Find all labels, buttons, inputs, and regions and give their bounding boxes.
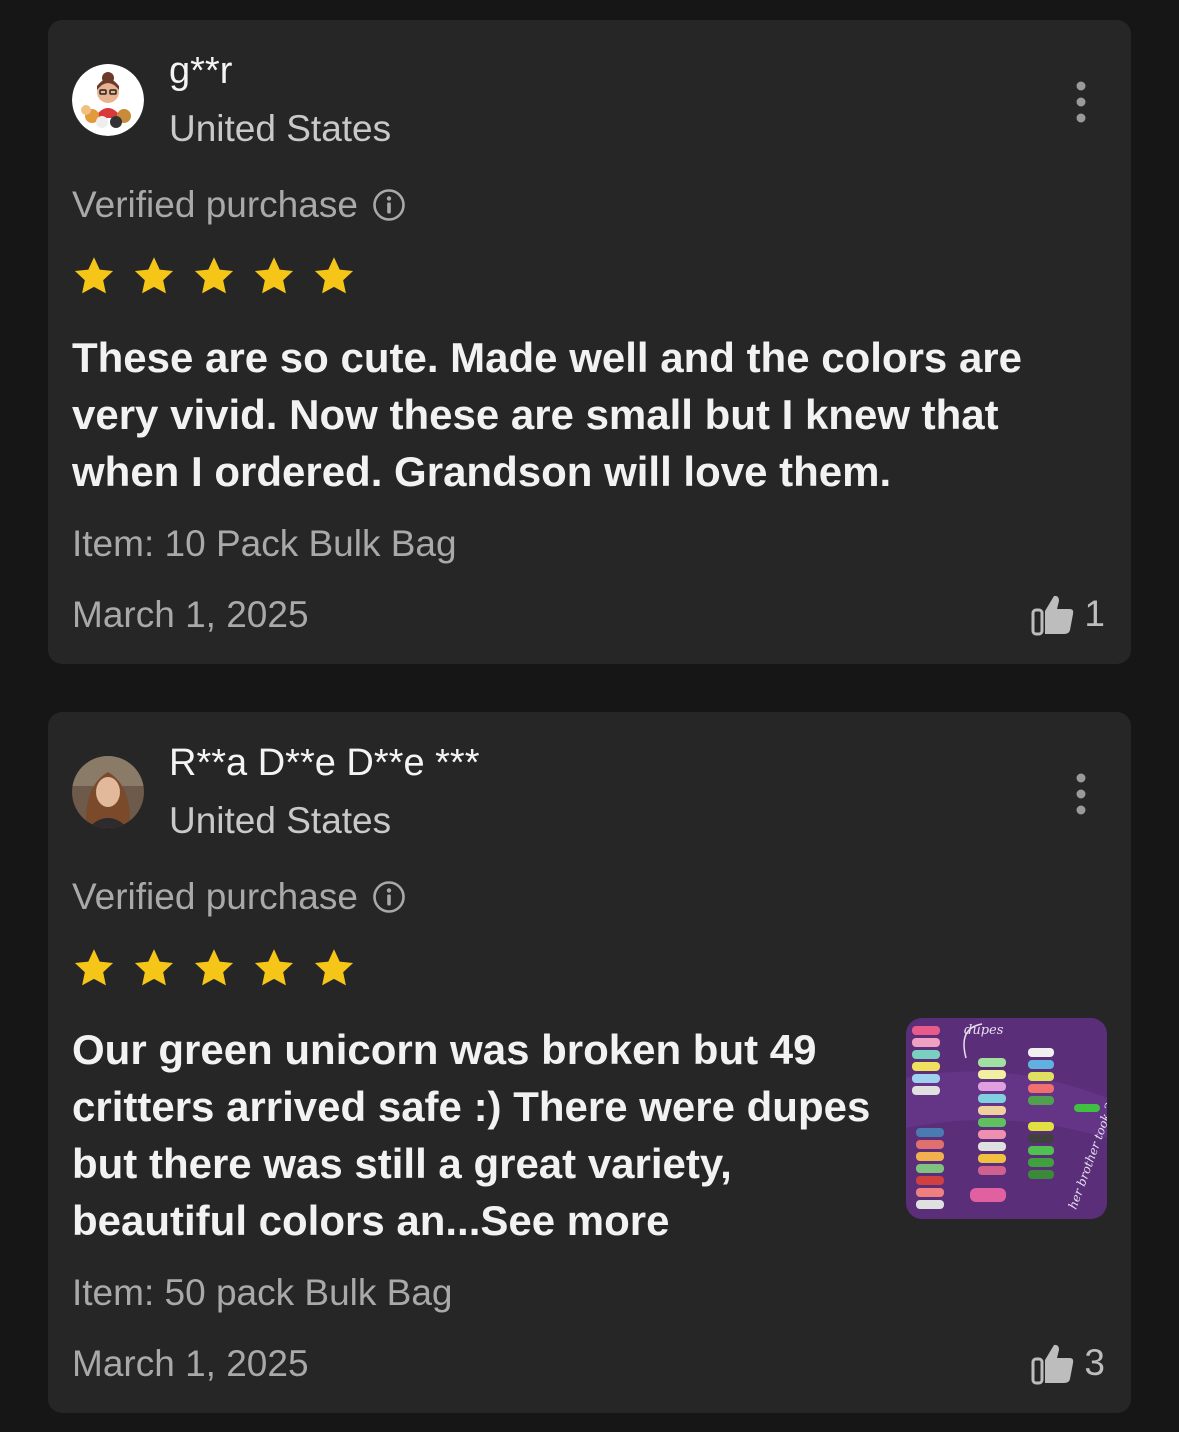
star-icon [194, 257, 234, 294]
verified-purchase-row: Verified purchase [72, 876, 406, 918]
star-icon [254, 949, 294, 986]
reviewer-avatar[interactable] [72, 64, 144, 136]
more-vertical-icon [1076, 81, 1086, 123]
helpful-button[interactable]: 1 [1030, 592, 1105, 636]
review-card: R**a D**e D**e *** United States Verifie… [48, 712, 1131, 1413]
review-card: g**r United States Verified purchase The… [48, 20, 1131, 664]
info-icon[interactable] [372, 880, 406, 914]
helpful-count: 3 [1084, 1342, 1105, 1383]
more-vertical-icon [1076, 773, 1086, 815]
thumbs-up-icon [1031, 595, 1074, 636]
item-variant: Item: 50 pack Bulk Bag [72, 1272, 453, 1313]
item-variant: Item: 10 Pack Bulk Bag [72, 523, 457, 564]
review-text: Our green unicorn was broken but 49 crit… [72, 1021, 882, 1249]
review-photo[interactable]: dupes her brother took 2 [906, 1018, 1107, 1219]
helpful-button[interactable]: 3 [1030, 1341, 1105, 1385]
photo-annotation-dupes: dupes [964, 1023, 1004, 1038]
star-icon [314, 949, 354, 986]
review-date: March 1, 2025 [72, 594, 309, 635]
review-text: These are so cute. Made well and the col… [72, 334, 1023, 495]
more-options-button[interactable] [1063, 78, 1099, 126]
thumbs-up-icon [1031, 1344, 1074, 1385]
reviewer-country: United States [169, 800, 392, 841]
star-icon [194, 949, 234, 986]
review-date: March 1, 2025 [72, 1343, 309, 1384]
star-icon [134, 257, 174, 294]
star-icon [74, 949, 114, 986]
reviewer-country: United States [169, 108, 392, 149]
review-text-body: Our green unicorn was broken but 49 crit… [72, 1026, 871, 1244]
star-icon [74, 257, 114, 294]
star-rating [72, 946, 356, 990]
more-options-button[interactable] [1063, 770, 1099, 818]
helpful-count: 1 [1084, 593, 1105, 634]
star-icon [134, 949, 174, 986]
verified-purchase-label: Verified purchase [72, 876, 358, 917]
reviewer-name: R**a D**e D**e *** [169, 742, 480, 784]
verified-purchase-row: Verified purchase [72, 184, 406, 226]
see-more-link[interactable]: See more [480, 1197, 669, 1244]
reviewer-avatar[interactable] [72, 756, 144, 828]
verified-purchase-label: Verified purchase [72, 184, 358, 225]
star-rating [72, 254, 356, 298]
info-icon[interactable] [372, 188, 406, 222]
reviewer-name: g**r [169, 50, 233, 92]
star-icon [254, 257, 294, 294]
star-icon [314, 257, 354, 294]
